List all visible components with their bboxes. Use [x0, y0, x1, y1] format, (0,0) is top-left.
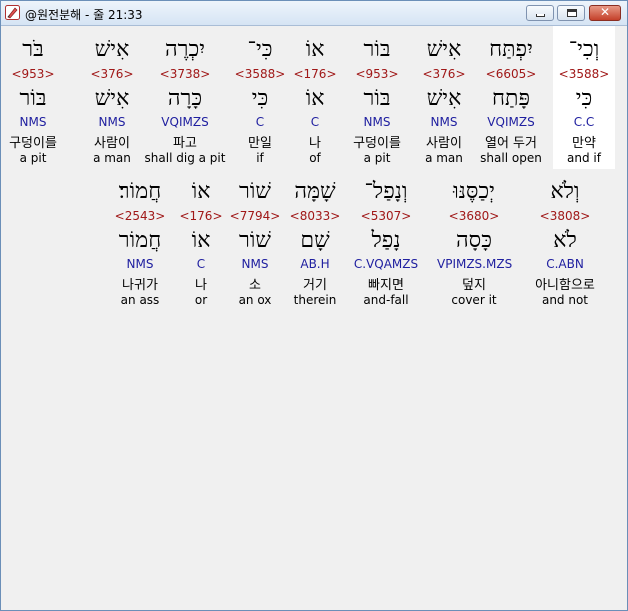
- strongs-number[interactable]: <953>: [2, 67, 64, 81]
- window-title: @원전분해 - 줄 21:33: [25, 8, 143, 22]
- morphology-code: NMS: [98, 115, 126, 129]
- morphology-code: VQIMZS: [161, 115, 209, 129]
- lemma-word: אוֹ: [191, 228, 211, 253]
- strongs-number[interactable]: <376>: [81, 67, 143, 81]
- korean-gloss: 파고: [173, 136, 197, 151]
- morphology-code: AB.H: [300, 257, 330, 271]
- english-gloss: shall dig a pit: [144, 151, 226, 165]
- morphology-code: VQIMZS: [487, 115, 535, 129]
- lemma-word: בּוֹר: [363, 86, 391, 111]
- word-cell[interactable]: אִישׁ <376> אִישׁ NMS 사람이 a man: [413, 31, 475, 169]
- hebrew-word: אוֹ: [191, 179, 211, 204]
- lemma-word: כָּרָה: [167, 86, 203, 111]
- hebrew-word: בֹּר: [22, 37, 44, 62]
- hebrew-word: יִפְתַּח: [489, 37, 533, 62]
- morphology-code: C.C: [573, 115, 595, 129]
- morphology-code: NMS: [363, 115, 391, 129]
- strongs-number[interactable]: <953>: [346, 67, 408, 81]
- korean-gloss: 만약: [572, 136, 596, 151]
- close-icon: ✕: [599, 5, 611, 19]
- hebrew-word: בּוֹר: [363, 37, 391, 62]
- english-gloss: a pit: [19, 151, 47, 165]
- word-cell-selected[interactable]: וְכִי־ <3588> כִּי C.C 만약 and if: [553, 26, 615, 169]
- lemma-word: אוֹ: [305, 86, 325, 111]
- lemma-word: אִישׁ: [94, 86, 130, 111]
- maximize-button[interactable]: [557, 5, 585, 21]
- hebrew-word: כִּי־: [247, 37, 273, 62]
- word-cell[interactable]: וְנָפַל־ <5307> נָפַל C.VQAMZS 빠지면 and-f…: [354, 173, 418, 311]
- lemma-word: כִּי: [251, 86, 269, 111]
- english-gloss: and-fall: [363, 293, 409, 307]
- lemma-word: פָּתַח: [492, 86, 530, 111]
- word-cell[interactable]: בּוֹר <953> בּוֹר NMS 구덩이를 a pit: [346, 31, 408, 169]
- minimize-button[interactable]: [526, 5, 554, 21]
- hebrew-word: וְנָפַל־: [364, 179, 408, 204]
- word-cell[interactable]: וְלֹא <3808> לֹא C.ABN 아니함으로 and not: [534, 173, 596, 311]
- hebrew-word: חֲמוֹר׃: [118, 179, 162, 204]
- lemma-word: כָּסָה: [456, 228, 492, 253]
- korean-gloss: 아니함으로: [535, 278, 595, 293]
- strongs-number[interactable]: <176>: [284, 67, 346, 81]
- close-button[interactable]: ✕: [589, 5, 621, 21]
- hebrew-word: שׁוֹר: [238, 179, 271, 204]
- word-cell[interactable]: יְכַסֶּנּוּ <3680> כָּסָה VPIMZS.MZS 덮지 …: [437, 173, 512, 311]
- hebrew-word: אִישׁ: [426, 37, 462, 62]
- lemma-word: כִּי: [575, 86, 593, 111]
- interlinear-panel: בֹּר <953> בּוֹר NMS 구덩이를 a pit אִישׁ <3…: [2, 26, 626, 609]
- pencil-icon: [5, 5, 20, 20]
- english-gloss: shall open: [480, 151, 542, 165]
- word-cell[interactable]: יִפְתַּח <6605> פָּתַח VQIMZS 열어 두거 shal…: [480, 31, 542, 169]
- morphology-code: VPIMZS.MZS: [437, 257, 513, 271]
- strongs-number[interactable]: <3588>: [229, 67, 291, 81]
- strongs-number[interactable]: <376>: [413, 67, 475, 81]
- lemma-word: בּוֹר: [19, 86, 47, 111]
- strongs-number[interactable]: <5307>: [355, 209, 417, 223]
- morphology-code: NMS: [430, 115, 458, 129]
- maximize-icon: [567, 9, 577, 17]
- word-cell[interactable]: שָׁמָּה <8033> שָׁם AB.H 거기 therein: [284, 173, 346, 311]
- word-cell[interactable]: יִכְרֶה <3738> כָּרָה VQIMZS 파고 shall di…: [145, 31, 226, 169]
- minimize-icon: [536, 14, 545, 17]
- lemma-word: חֲמוֹר: [118, 228, 162, 253]
- english-gloss: and if: [567, 151, 601, 165]
- hebrew-word: שָׁמָּה: [294, 179, 336, 204]
- korean-gloss: 구덩이를: [9, 136, 57, 151]
- korean-gloss: 사람이: [94, 136, 130, 151]
- strongs-number[interactable]: <8033>: [284, 209, 346, 223]
- hebrew-word: אִישׁ: [94, 37, 130, 62]
- hebrew-word: וְכִי־: [568, 37, 600, 62]
- word-cell[interactable]: אִישׁ <376> אִישׁ NMS 사람이 a man: [81, 31, 143, 169]
- hebrew-word: וְלֹא: [550, 179, 580, 204]
- word-cell[interactable]: בֹּר <953> בּוֹר NMS 구덩이를 a pit: [2, 31, 64, 169]
- lemma-word: שָׁם: [300, 228, 330, 253]
- morphology-code: C.ABN: [546, 257, 584, 271]
- lemma-word: שׁוֹר: [238, 228, 271, 253]
- morphology-code: NMS: [19, 115, 47, 129]
- lemma-word: אִישׁ: [426, 86, 462, 111]
- word-cell[interactable]: אוֹ <176> אוֹ C 나 of: [284, 31, 346, 169]
- strongs-number[interactable]: <3738>: [154, 67, 216, 81]
- strongs-number[interactable]: <176>: [170, 209, 232, 223]
- korean-gloss: 덮지: [462, 278, 486, 293]
- korean-gloss: 거기: [303, 278, 327, 293]
- morphology-code: C.VQAMZS: [353, 257, 419, 271]
- strongs-number[interactable]: <3588>: [553, 67, 615, 81]
- strongs-number[interactable]: <7794>: [224, 209, 286, 223]
- title-bar[interactable]: @원전분해 - 줄 21:33 ✕: [1, 1, 627, 26]
- lemma-word: לֹא: [553, 228, 577, 253]
- strongs-number[interactable]: <3680>: [443, 209, 505, 223]
- app-window: @원전분해 - 줄 21:33 ✕ בֹּר <953> בּוֹר NMS 구…: [0, 0, 628, 611]
- strongs-number[interactable]: <2543>: [109, 209, 171, 223]
- hebrew-word: יְכַסֶּנּוּ: [453, 179, 495, 204]
- english-gloss: cover it: [451, 293, 497, 307]
- korean-gloss: 빠지면: [368, 278, 404, 293]
- lemma-word: נָפַל: [371, 228, 401, 253]
- strongs-number[interactable]: <3808>: [534, 209, 596, 223]
- strongs-number[interactable]: <6605>: [480, 67, 542, 81]
- hebrew-word: אוֹ: [305, 37, 325, 62]
- korean-gloss: 열어 두거: [485, 136, 537, 151]
- hebrew-word: יִכְרֶה: [165, 37, 205, 62]
- english-gloss: and not: [541, 293, 589, 307]
